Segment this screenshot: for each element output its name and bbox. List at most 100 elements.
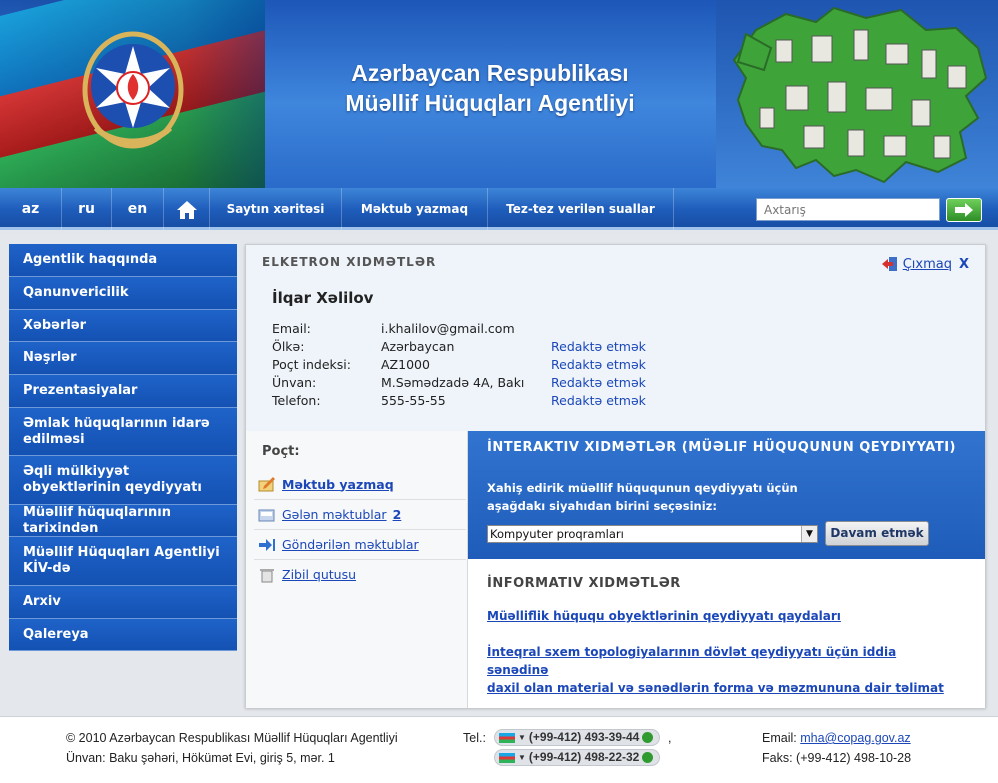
sidebar-item-media[interactable]: Müəllif Hüquqları Agentliyi KİV-də <box>9 537 237 586</box>
site-title-line2: Müəllif Hüquqları Agentliyi <box>345 90 635 116</box>
phone-2: ▼ (+99-412) 498-22-32 <box>494 749 661 766</box>
phone-2-number: (+99-412) 498-22-32 <box>528 750 640 764</box>
mail-compose[interactable]: Məktub yazmaq <box>254 469 466 499</box>
address-text: Ünvan: Baku şəhəri, Hökümət Evi, giriş 5… <box>66 751 335 765</box>
nav-write-letter[interactable]: Məktub yazmaq <box>342 188 488 230</box>
mail-sent[interactable]: Göndərilən məktublar <box>254 529 466 559</box>
inbox-label[interactable]: Gələn məktublar <box>282 507 387 522</box>
profile-value: AZ1000 <box>381 357 430 372</box>
logout-icon <box>881 257 897 271</box>
lang-ru[interactable]: ru <box>62 188 112 230</box>
logout-x[interactable]: X <box>959 257 969 272</box>
profile-value: 555-55-55 <box>381 393 446 408</box>
select-value: Kompyuter proqramları <box>490 527 624 541</box>
dropdown-icon: ▼ <box>518 733 526 742</box>
edit-address-link[interactable]: Redaktə etmək <box>551 375 646 390</box>
sidebar-item-registration[interactable]: Əqli mülkiyyət obyektlərinin qeydiyyatı <box>9 456 237 505</box>
sidebar-menu: Agentlik haqqında Qanunvericilik Xəbərlə… <box>9 244 237 651</box>
interactive-services-section: İNTERAKTIV XIDMƏTLƏR (MÜƏLIF HÜQUQUNUN Q… <box>468 431 985 559</box>
sidebar-item-about[interactable]: Agentlik haqqında <box>9 244 237 277</box>
home-button[interactable] <box>164 188 210 230</box>
sent-label[interactable]: Göndərilən məktublar <box>282 537 419 552</box>
country-map <box>716 0 998 188</box>
registration-rules-link[interactable]: Müəlliflik hüququ obyektlərinin qeydiyya… <box>487 607 957 625</box>
search-button[interactable] <box>946 198 982 222</box>
profile-label: Ölkə: <box>272 339 305 354</box>
sidebar-item-publications[interactable]: Nəşrlər <box>9 342 237 375</box>
edit-phone-link[interactable]: Redaktə etmək <box>551 393 646 408</box>
registration-type-select[interactable]: Kompyuter proqramları ▼ <box>487 525 818 543</box>
call-icon[interactable] <box>642 732 654 743</box>
instructions-line2: aşağdakı siyahıdan birini seçəsiniz: <box>487 499 717 513</box>
mail-trash[interactable]: Zibil qutusu <box>254 559 466 589</box>
phone-1: ▼ (+99-412) 493-39-44 <box>494 729 661 746</box>
sent-icon <box>259 538 275 551</box>
sidebar-item-gallery[interactable]: Qalereya <box>9 619 237 651</box>
profile-value: Azərbaycan <box>381 339 455 354</box>
mail-title: Poçt: <box>262 444 300 459</box>
email-label: Email: <box>762 731 797 745</box>
email-row: Email: mha@copag.gov.az <box>762 731 911 745</box>
section-title: ELKETRON XIDMƏTLƏR <box>262 255 437 269</box>
tel-label: Tel.: <box>463 731 486 745</box>
profile-value: M.Səmədzadə 4A, Bakı <box>381 375 525 390</box>
instructions-line1: Xahiş edirik müəllif hüququnun qeydiyyat… <box>487 481 798 495</box>
inbox-count: 2 <box>392 507 402 522</box>
logout-link[interactable]: Çıxmaq X <box>881 256 969 272</box>
inbox-icon <box>258 509 275 521</box>
continue-button[interactable]: Davam etmək <box>825 521 929 546</box>
map-of-azerbaijan-icon <box>732 6 988 184</box>
profile-label: Email: <box>272 321 311 336</box>
informative-services-section: İNFORMATIV XIDMƏTLƏR Müəlliflik hüququ o… <box>468 559 985 708</box>
link-line2[interactable]: daxil olan material və sənədlərin forma … <box>487 679 957 697</box>
lang-en[interactable]: en <box>112 188 164 230</box>
profile-label: Poçt indeksi: <box>272 357 351 372</box>
mail-inbox[interactable]: Gələn məktublar 2 <box>254 499 466 529</box>
sidebar-item-presentations[interactable]: Prezentasiyalar <box>9 375 237 408</box>
nav-faq[interactable]: Tez-tez verilən suallar <box>488 188 674 230</box>
main-panel: ELKETRON XIDMƏTLƏR Çıxmaq X İlqar Xəlilo… <box>245 244 986 708</box>
phone-separator: , <box>668 731 672 745</box>
profile-label: Ünvan: <box>272 375 317 390</box>
interactive-instructions: Xahiş edirik müəllif hüququnun qeydiyyat… <box>487 479 847 515</box>
electronic-services-section: ELKETRON XIDMƏTLƏR Çıxmaq X İlqar Xəlilo… <box>246 245 985 431</box>
sidebar-item-history[interactable]: Müəllif hüquqlarının tarixindən <box>9 505 237 537</box>
interactive-title: İNTERAKTIV XIDMƏTLƏR (MÜƏLIF HÜQUQUNUN Q… <box>487 440 956 455</box>
arrow-right-icon <box>955 203 973 217</box>
lang-az[interactable]: az <box>0 188 62 230</box>
fax-text: Faks: (+99-412) 498-10-28 <box>762 751 912 765</box>
edit-postcode-link[interactable]: Redaktə etmək <box>551 357 646 372</box>
flag-banner <box>0 0 265 188</box>
site-title-line1: Azərbaycan Respublikası <box>351 60 629 86</box>
informative-title: İNFORMATIV XIDMƏTLƏR <box>487 576 681 591</box>
trash-icon <box>260 568 274 582</box>
home-icon <box>176 200 197 219</box>
edit-country-link[interactable]: Redaktə etmək <box>551 339 646 354</box>
topology-instructions-link[interactable]: İnteqral sxem topologiyalarının dövlət q… <box>487 643 957 697</box>
phone-1-number: (+99-412) 493-39-44 <box>528 730 640 744</box>
state-emblem-icon <box>82 31 184 149</box>
sidebar-item-archive[interactable]: Arxiv <box>9 586 237 619</box>
site-header: Azərbaycan Respublikası Müəllif Hüquqlar… <box>0 0 998 188</box>
sidebar-item-news[interactable]: Xəbərlər <box>9 310 237 342</box>
sidebar-item-property-rights[interactable]: Əmlak hüquqlarının idarə edilməsi <box>9 408 237 456</box>
site-footer: © 2010 Azərbaycan Respublikası Müəllif H… <box>0 716 998 783</box>
sidebar-item-legislation[interactable]: Qanunvericilik <box>9 277 237 310</box>
call-icon[interactable] <box>642 752 654 763</box>
compose-label[interactable]: Məktub yazmaq <box>282 477 394 492</box>
search-input[interactable] <box>756 198 940 221</box>
mail-panel: Poçt: Məktub yazmaq Gələn məktublar 2 Gö… <box>246 431 468 708</box>
trash-label[interactable]: Zibil qutusu <box>282 567 356 582</box>
dropdown-icon: ▼ <box>518 753 526 762</box>
az-flag-icon <box>499 732 515 743</box>
profile-value: i.khalilov@gmail.com <box>381 321 515 336</box>
email-link[interactable]: mha@copag.gov.az <box>800 731 910 745</box>
profile-label: Telefon: <box>272 393 321 408</box>
nav-sitemap[interactable]: Saytın xəritəsi <box>210 188 342 230</box>
copyright-text: © 2010 Azərbaycan Respublikası Müəllif H… <box>66 731 398 745</box>
az-flag-icon <box>499 752 515 763</box>
user-name: İlqar Xəlilov <box>272 289 374 307</box>
chevron-down-icon: ▼ <box>801 526 817 542</box>
link-line1[interactable]: İnteqral sxem topologiyalarının dövlət q… <box>487 643 957 679</box>
site-title: Azərbaycan Respublikası Müəllif Hüquqlar… <box>265 58 715 118</box>
